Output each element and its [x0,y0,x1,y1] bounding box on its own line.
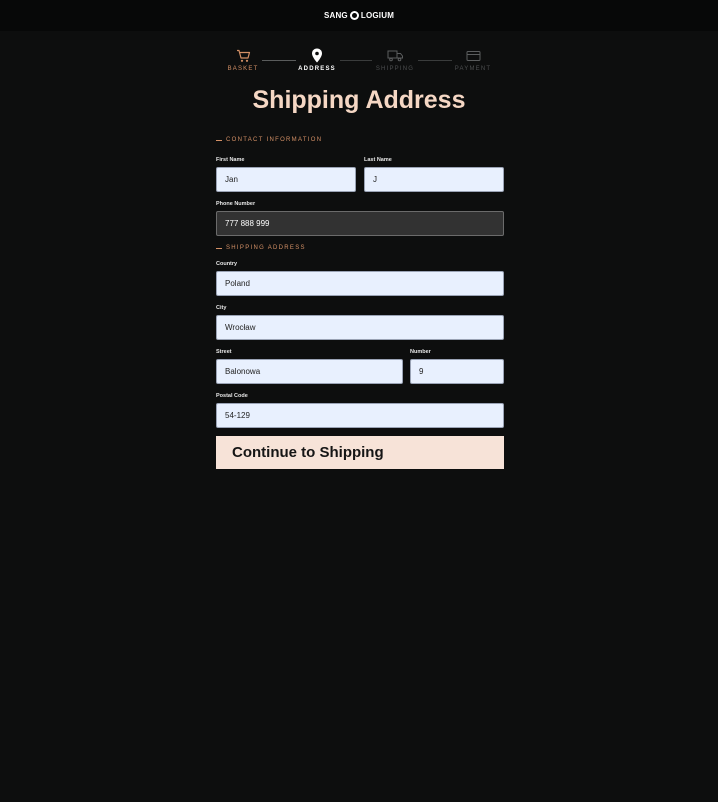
heading-dash [216,247,222,249]
postal-code-label: Postal Code [216,393,248,399]
heading-dash [216,139,222,141]
step-shipping[interactable]: SHIPPING [365,48,425,72]
phone-label: Phone Number [216,201,256,207]
contact-heading-text: CONTACT INFORMATION [226,137,323,143]
step-basket[interactable]: BASKET [213,48,273,72]
number-field[interactable] [410,359,504,384]
street-label: Street [216,349,232,355]
street-field[interactable] [216,359,403,384]
step-label-shipping: SHIPPING [375,66,415,72]
step-payment[interactable]: PAYMENT [443,48,503,72]
continue-to-shipping-button[interactable]: Continue to Shipping [216,436,504,469]
brand-left-text: SANG [323,11,348,20]
step-label-address: ADDRESS [298,66,336,72]
page-title: Shipping Address [252,86,466,114]
number-label: Number [410,349,431,355]
postal-code-field[interactable] [216,403,504,428]
card-icon [443,48,503,63]
brand-logo[interactable]: SANG LOGIUM [324,11,394,20]
shipping-heading-text: SHIPPING ADDRESS [226,245,306,251]
city-field[interactable] [216,315,504,340]
first-name-label: First Name [216,157,245,163]
country-label: Country [216,261,238,267]
city-label: City [216,305,227,311]
brand-right-text: LOGIUM [360,11,395,20]
country-field[interactable] [216,271,504,296]
truck-icon [365,48,425,63]
step-label-payment: PAYMENT [454,66,492,72]
first-name-field[interactable] [216,167,356,192]
cart-icon [213,48,273,63]
top-bar: SANG LOGIUM [0,0,718,31]
brand-mark-icon [349,11,359,20]
checkout-progress: BASKET ADDRESS SHIPPING PAYMENT [0,48,718,78]
last-name-label: Last Name [364,157,392,163]
contact-section-heading: CONTACT INFORMATION [216,137,322,143]
step-address[interactable]: ADDRESS [287,48,347,72]
last-name-field[interactable] [364,167,504,192]
phone-field[interactable] [216,211,504,236]
step-label-basket: BASKET [227,66,259,72]
shipping-section-heading: SHIPPING ADDRESS [216,245,306,251]
location-pin-icon [287,48,347,63]
